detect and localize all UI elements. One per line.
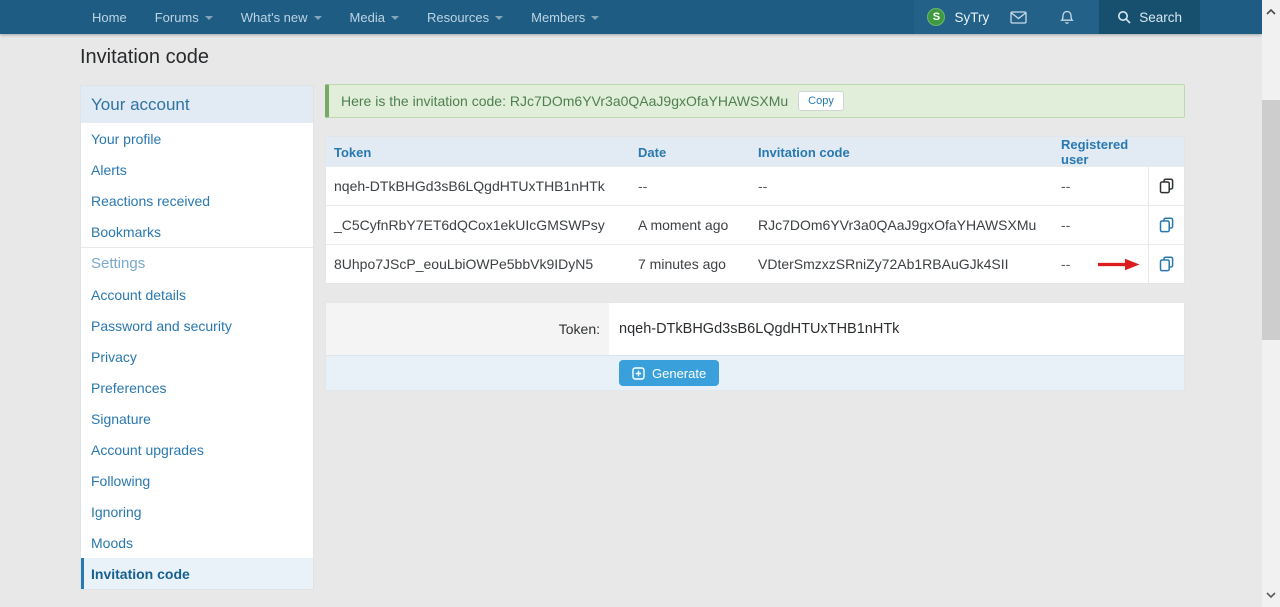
nav-item-media[interactable]: Media	[336, 0, 413, 34]
generate-button[interactable]: Generate	[619, 360, 720, 386]
nav-item-label: Home	[92, 9, 127, 25]
search-label: Search	[1139, 9, 1182, 25]
sidebar-item-alerts[interactable]: Alerts	[81, 154, 313, 185]
sidebar-item-invitation-code[interactable]: Invitation code	[81, 558, 313, 589]
cell-invitation-code: VDterSmzxzSRniZy72Ab1RBAuGJk4SII	[758, 256, 1009, 272]
inbox-envelope-icon[interactable]	[998, 10, 1039, 24]
scroll-up-arrow[interactable]	[1262, 4, 1280, 20]
sidebar-item-signature[interactable]: Signature	[81, 403, 313, 434]
sidebar-header: Your account	[81, 86, 313, 123]
alert-text: Here is the invitation code: RJc7DOm6YVr…	[341, 93, 789, 109]
chevron-down-icon	[495, 16, 504, 20]
sidebar-item-password-and-security[interactable]: Password and security	[81, 310, 313, 341]
sidebar-item-privacy[interactable]: Privacy	[81, 341, 313, 372]
search-button[interactable]: Search	[1099, 0, 1200, 34]
tokens-table: Token Date Invitation code Registered us…	[325, 136, 1185, 284]
chevron-down-icon	[313, 16, 322, 20]
nav-item-label: Resources	[426, 9, 490, 25]
cell-token: 8Uhpo7JScP_eouLbiOWPe5bbVk9IDyN5	[334, 256, 594, 272]
sidebar-section-settings: Settings	[91, 255, 146, 272]
nav-item-forums[interactable]: Forums	[141, 0, 227, 34]
token-label: Token:	[326, 303, 609, 355]
chevron-down-icon	[204, 16, 213, 20]
cell-token: nqeh-DTkBHGd3sB6LQgdHTUxTHB1nHTk	[334, 178, 605, 194]
page-title: Invitation code	[80, 46, 209, 68]
token-form-row: Token: nqeh-DTkBHGd3sB6LQgdHTUxTHB1nHTk	[326, 303, 1184, 355]
account-sidebar: Your account Your profile Alerts Reactio…	[80, 85, 314, 590]
sidebar-item-ignoring[interactable]: Ignoring	[81, 496, 313, 527]
username[interactable]: SyTry	[954, 10, 989, 25]
generate-label: Generate	[652, 365, 707, 381]
avatar[interactable]: S	[927, 8, 946, 26]
cell-token: _C5CyfnRbY7ET6dQCox1ekUIcGMSWPsy	[334, 217, 605, 233]
nav-item-label: Media	[349, 9, 385, 25]
token-form: Token: nqeh-DTkBHGd3sB6LQgdHTUxTHB1nHTk …	[325, 302, 1185, 391]
scrollbar	[1262, 0, 1280, 607]
search-icon	[1118, 11, 1131, 24]
table-row: nqeh-DTkBHGd3sB6LQgdHTUxTHB1nHTk -- -- -…	[326, 166, 1184, 205]
nav-item-label: What's new	[240, 9, 308, 25]
copy-button[interactable]: Copy	[798, 91, 844, 111]
sidebar-item-following[interactable]: Following	[81, 465, 313, 496]
top-nav: Home Forums What's new Media Resources M…	[0, 0, 1262, 34]
cell-date: --	[638, 178, 648, 194]
sidebar-item-account-upgrades[interactable]: Account upgrades	[81, 434, 313, 465]
red-arrow-annotation	[1098, 258, 1140, 271]
sidebar-item-moods[interactable]: Moods	[81, 527, 313, 558]
col-header-date: Date	[638, 144, 667, 160]
table-header-row: Token Date Invitation code Registered us…	[326, 137, 1184, 167]
nav-item-home[interactable]: Home	[78, 0, 141, 34]
screen: Home Forums What's new Media Resources M…	[0, 0, 1280, 607]
col-header-registered-user: Registered user	[1061, 137, 1129, 167]
cell-invitation-code: --	[758, 178, 768, 194]
sidebar-item-bookmarks[interactable]: Bookmarks	[81, 216, 313, 247]
nav-item-label: Members	[531, 9, 586, 25]
nav-right: S SyTry Search	[914, 0, 1262, 34]
form-footer: Generate	[326, 355, 1184, 390]
scrollbar-thumb[interactable]	[1262, 100, 1280, 340]
cell-date: 7 minutes ago	[638, 256, 726, 272]
cell-registered-user: --	[1061, 178, 1071, 194]
main-content: Here is the invitation code: RJc7DOm6YVr…	[325, 84, 1185, 391]
table-row: _C5CyfnRbY7ET6dQCox1ekUIcGMSWPsy A momen…	[326, 205, 1184, 244]
copy-token-icon[interactable]	[1148, 167, 1184, 205]
copy-token-icon[interactable]	[1148, 245, 1184, 283]
invitation-code-alert: Here is the invitation code: RJc7DOm6YVr…	[325, 84, 1185, 118]
sidebar-item-reactions-received[interactable]: Reactions received	[81, 185, 313, 216]
nav-item-whats-new[interactable]: What's new	[227, 0, 336, 34]
sidebar-item-your-profile[interactable]: Your profile	[81, 123, 313, 154]
col-header-invitation-code: Invitation code	[758, 144, 850, 160]
chevron-down-icon	[591, 16, 600, 20]
token-value: nqeh-DTkBHGd3sB6LQgdHTUxTHB1nHTk	[609, 303, 1184, 355]
user-block: S SyTry	[914, 0, 1100, 34]
main-menu: Home Forums What's new Media Resources M…	[0, 0, 613, 34]
nav-item-resources[interactable]: Resources	[413, 0, 517, 34]
cell-date: A moment ago	[638, 217, 729, 233]
scroll-down-arrow[interactable]	[1262, 587, 1280, 603]
plus-square-icon	[632, 366, 645, 380]
sidebar-item-account-details[interactable]: Account details	[81, 279, 313, 310]
nav-item-label: Forums	[154, 9, 199, 25]
table-row: 8Uhpo7JScP_eouLbiOWPe5bbVk9IDyN5 7 minut…	[326, 244, 1184, 283]
cell-registered-user: --	[1061, 217, 1071, 233]
alerts-bell-icon[interactable]	[1048, 10, 1086, 25]
sidebar-item-preferences[interactable]: Preferences	[81, 372, 313, 403]
cell-invitation-code: RJc7DOm6YVr3a0QAaJ9gxOfaYHAWSXMu	[758, 217, 1037, 233]
col-header-token: Token	[334, 144, 372, 160]
copy-token-icon[interactable]	[1148, 206, 1184, 244]
chevron-down-icon	[390, 16, 399, 20]
nav-item-members[interactable]: Members	[517, 0, 613, 34]
